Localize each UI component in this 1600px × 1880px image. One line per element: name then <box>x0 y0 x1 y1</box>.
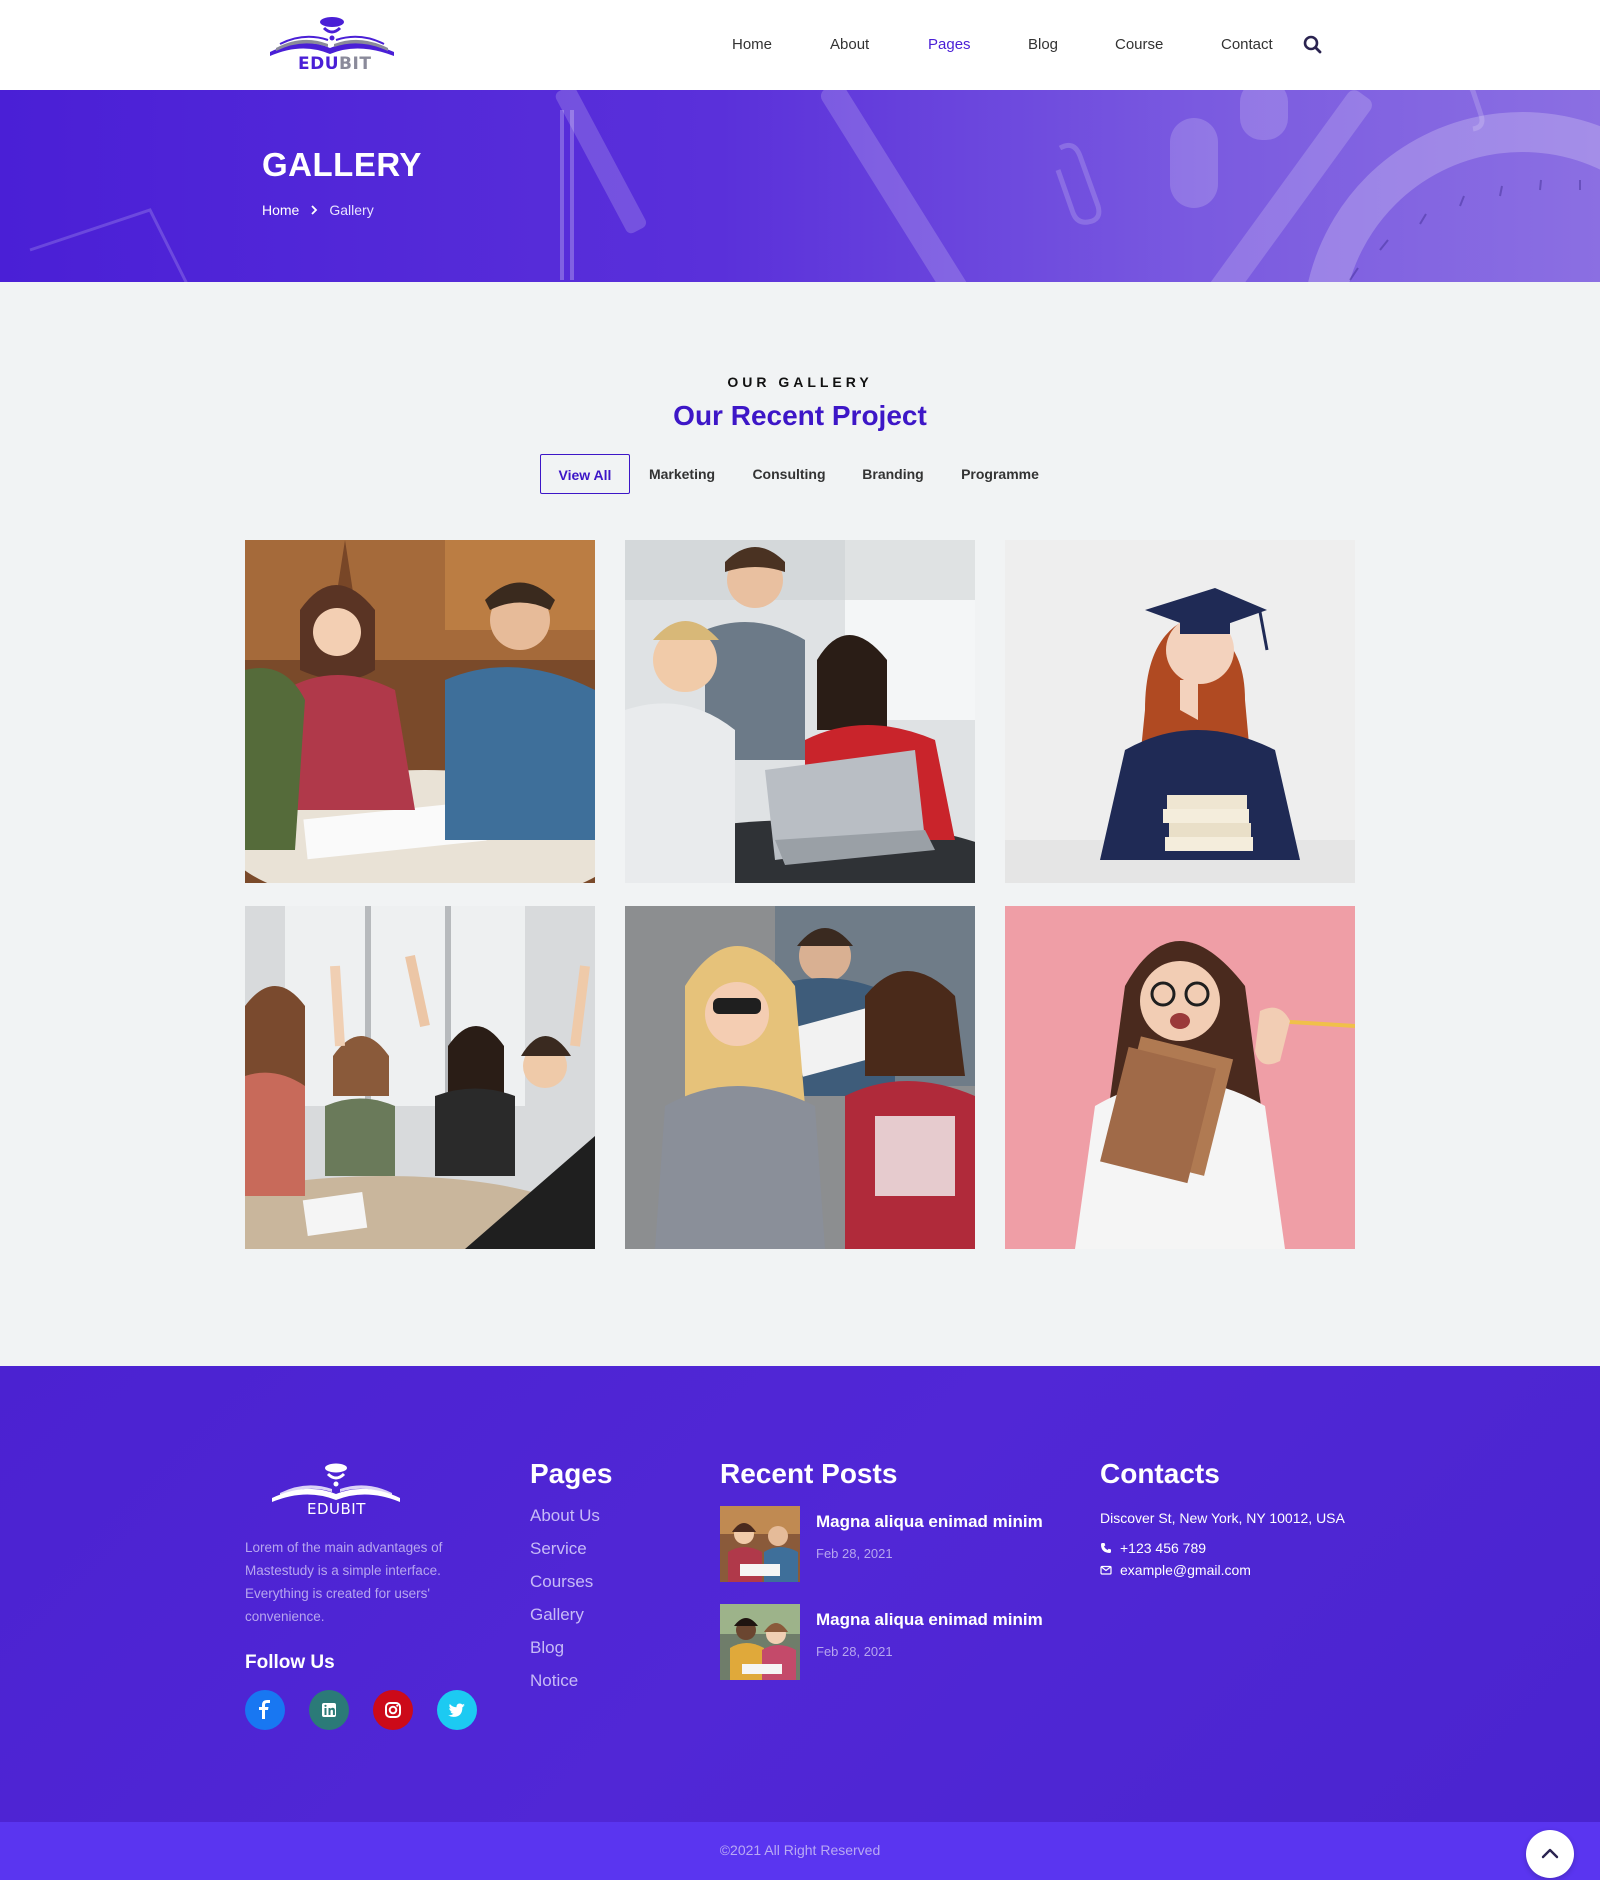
page-banner: GALLERY Home Gallery <box>0 90 1600 282</box>
filter-programme[interactable]: Programme <box>952 454 1048 494</box>
contact-address-text: Discover St, New York, NY 10012, USA <box>1100 1510 1345 1526</box>
linkedin-icon <box>309 1690 349 1730</box>
gallery-filters: View All Marketing Consulting Branding P… <box>0 454 1600 494</box>
facebook-link[interactable] <box>245 1690 285 1730</box>
recent-post-date: Feb 28, 2021 <box>816 1644 893 1659</box>
footer-link-service[interactable]: Service <box>530 1539 690 1572</box>
search-icon <box>1303 35 1322 54</box>
chevron-up-icon <box>1541 1848 1559 1859</box>
follow-us-heading: Follow Us <box>245 1652 335 1673</box>
logo-text-bit: BIT <box>339 54 372 74</box>
nav-contact[interactable]: Contact <box>1221 36 1273 53</box>
gallery-image[interactable] <box>1005 540 1355 883</box>
filter-view-all[interactable]: View All <box>540 454 630 494</box>
nav-blog[interactable]: Blog <box>1028 36 1058 53</box>
search-button[interactable] <box>1302 34 1324 56</box>
envelope-icon <box>1100 1565 1112 1575</box>
contact-email-text[interactable]: example@gmail.com <box>1120 1562 1251 1578</box>
copyright-bar: ©2021 All Right Reserved <box>0 1822 1600 1880</box>
footer-pages-heading: Pages <box>530 1458 613 1489</box>
breadcrumb: Home Gallery <box>262 202 374 218</box>
recent-post-thumbnail[interactable] <box>720 1604 800 1680</box>
recent-post-title[interactable]: Magna aliqua enimad minim <box>816 1610 1043 1630</box>
footer-contacts-heading: Contacts <box>1100 1458 1220 1489</box>
students-laptop-photo <box>625 540 975 883</box>
laughing-friends-photo <box>625 906 975 1249</box>
footer-link-gallery[interactable]: Gallery <box>530 1605 690 1638</box>
post-thumbnail-photo <box>720 1604 800 1680</box>
graduate-girl-photo <box>1005 540 1355 883</box>
footer-about-text: Lorem of the main advantages of Mastestu… <box>245 1540 443 1624</box>
excited-student-photo <box>1005 906 1355 1249</box>
footer-link-about-us[interactable]: About Us <box>530 1506 690 1539</box>
footer-pages-list: About Us Service Courses Gallery Blog No… <box>530 1506 690 1704</box>
site-header: EDUBIT Home About Pages Blog Course Cont… <box>0 0 1600 90</box>
facebook-icon <box>245 1690 285 1730</box>
logo-text-edu: EDU <box>298 54 340 74</box>
gallery-image[interactable] <box>245 540 595 883</box>
copyright-text: ©2021 All Right Reserved <box>719 1842 881 1858</box>
site-footer: EDUBIT Lorem of the main advantages of M… <box>0 1366 1600 1822</box>
filter-marketing[interactable]: Marketing <box>640 454 724 494</box>
logo-wordmark: EDUBIT <box>298 54 371 74</box>
post-thumbnail-photo <box>720 1506 800 1582</box>
gallery-image[interactable] <box>245 906 595 1249</box>
classroom-hands-up-photo <box>245 906 595 1249</box>
filter-consulting[interactable]: Consulting <box>744 454 834 494</box>
gallery-image[interactable] <box>625 540 975 883</box>
section-eyebrow: OUR GALLERY <box>727 374 873 390</box>
footer-logo[interactable]: EDUBIT <box>266 1462 406 1522</box>
footer-link-notice[interactable]: Notice <box>530 1671 690 1704</box>
students-studying-photo <box>245 540 595 883</box>
recent-post-thumbnail[interactable] <box>720 1506 800 1582</box>
contact-phone-text[interactable]: +123 456 789 <box>1120 1540 1206 1556</box>
recent-post-date: Feb 28, 2021 <box>816 1546 893 1561</box>
scroll-to-top-button[interactable] <box>1526 1830 1574 1878</box>
nav-pages[interactable]: Pages <box>928 36 971 53</box>
recent-post[interactable]: Magna aliqua enimad minim Feb 28, 2021 <box>720 1506 1080 1582</box>
footer-recent-posts-heading: Recent Posts <box>720 1458 898 1489</box>
breadcrumb-home[interactable]: Home <box>262 202 299 218</box>
filter-branding[interactable]: Branding <box>856 454 930 494</box>
recent-post-title[interactable]: Magna aliqua enimad minim <box>816 1512 1043 1532</box>
instagram-icon <box>373 1690 413 1730</box>
contact-email[interactable]: example@gmail.com <box>1100 1562 1251 1578</box>
gallery-image[interactable] <box>1005 906 1355 1249</box>
contact-phone[interactable]: +123 456 789 <box>1100 1540 1206 1556</box>
main-nav: Home About Pages Blog Course Contact <box>0 36 1600 56</box>
footer-link-courses[interactable]: Courses <box>530 1572 690 1605</box>
breadcrumb-current: Gallery <box>329 202 374 218</box>
recent-post[interactable]: Magna aliqua enimad minim Feb 28, 2021 <box>720 1604 1080 1680</box>
linkedin-link[interactable] <box>309 1690 349 1730</box>
page-title: GALLERY <box>262 146 422 183</box>
instagram-link[interactable] <box>373 1690 413 1730</box>
nav-about[interactable]: About <box>830 36 869 53</box>
contact-address: Discover St, New York, NY 10012, USA <box>1100 1510 1345 1526</box>
section-title: Our Recent Project <box>673 400 927 431</box>
nav-home[interactable]: Home <box>732 36 772 53</box>
chevron-right-icon <box>311 205 318 215</box>
social-links <box>245 1690 505 1730</box>
footer-logo-wordmark: EDUBIT <box>307 1500 366 1518</box>
nav-course[interactable]: Course <box>1115 36 1163 53</box>
twitter-link[interactable] <box>437 1690 477 1730</box>
phone-icon <box>1101 1543 1111 1553</box>
footer-link-blog[interactable]: Blog <box>530 1638 690 1671</box>
gallery-image[interactable] <box>625 906 975 1249</box>
twitter-icon <box>437 1690 477 1730</box>
stationery-background-image <box>29 90 1600 282</box>
